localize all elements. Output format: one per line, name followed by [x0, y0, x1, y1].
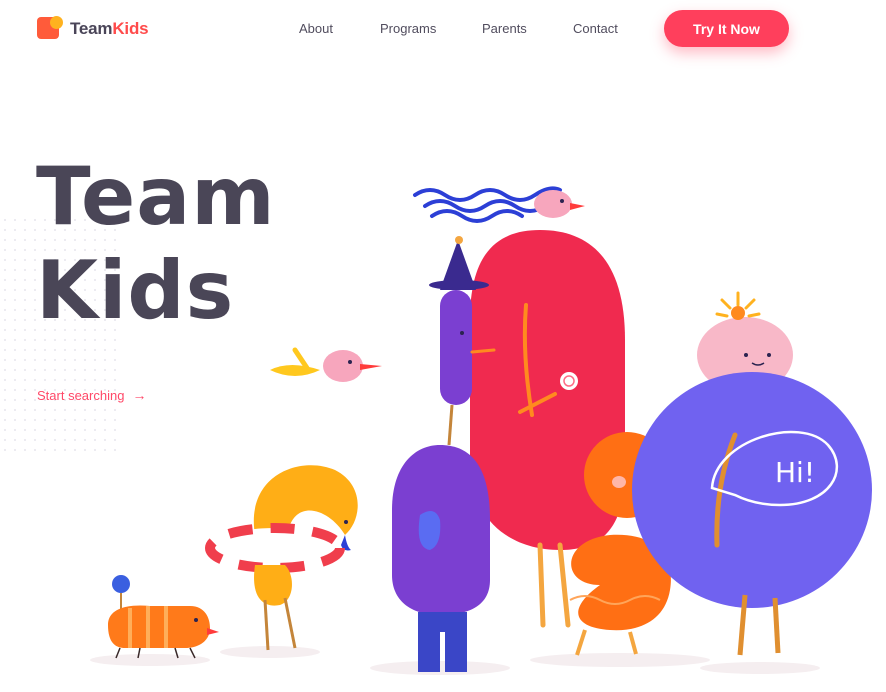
purple-blob-character	[392, 445, 490, 672]
duck-float-character	[205, 465, 358, 651]
flying-bird-character	[270, 347, 382, 382]
hero-illustration: Hi!	[90, 186, 872, 675]
wavy-bird-character	[413, 186, 585, 223]
blue-round-character: Hi!	[632, 291, 872, 656]
speech-bubble-text: Hi!	[775, 456, 815, 489]
striped-bug-character	[108, 575, 219, 659]
